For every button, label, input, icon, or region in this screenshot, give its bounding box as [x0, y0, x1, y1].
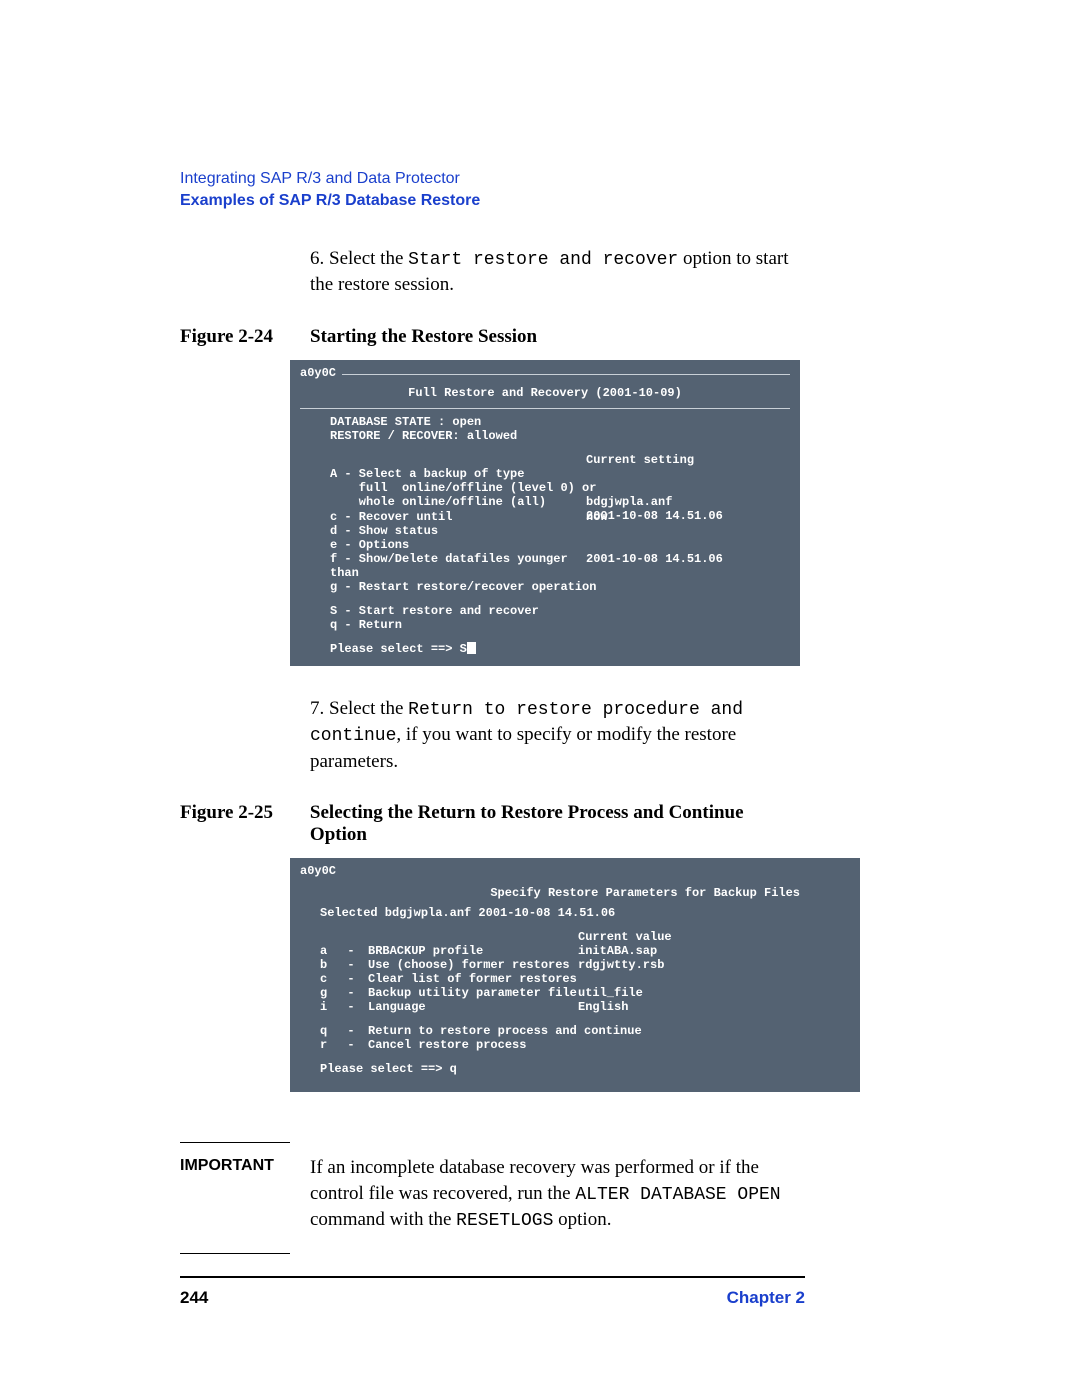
terminal-line: RESTORE / RECOVER: allowed [330, 429, 790, 443]
page-footer: 244 Chapter 2 [180, 1276, 805, 1308]
important-rule [180, 1142, 290, 1143]
terminal-col-head: Current value [578, 930, 850, 944]
terminal-line: g - Restart restore/recover operation [330, 580, 790, 594]
terminal-line: r-Cancel restore process [320, 1038, 850, 1052]
figure-label: Figure 2-24 [180, 326, 310, 348]
terminal-line: S - Start restore and recover [330, 604, 790, 618]
step-num: 7. [310, 698, 324, 719]
terminal-prompt: a0y0C [300, 864, 850, 878]
figure-label: Figure 2-25 [180, 802, 310, 824]
step-6: 6. Select the Start restore and recover … [310, 246, 805, 298]
page-number: 244 [180, 1288, 208, 1308]
terminal-line: c - Recover until [330, 510, 586, 524]
terminal-line: a-BRBACKUP profileinitABA.sap [320, 944, 850, 958]
step-text-pre: Select the [329, 248, 408, 269]
terminal-col-head: Current setting [586, 453, 790, 467]
terminal-value: now [586, 510, 790, 524]
figure-25-caption-row: Figure 2-25 Selecting the Return to Rest… [180, 802, 805, 846]
figure-caption: Starting the Restore Session [310, 326, 537, 348]
terminal-line: g-Backup utility parameter fileutil_file [320, 986, 850, 1000]
terminal-line: b-Use (choose) former restoresrdgjwtty.r… [320, 958, 850, 972]
important-body: If an incomplete database recovery was p… [310, 1155, 805, 1233]
terminal-title: Full Restore and Recovery (2001-10-09) [300, 380, 790, 404]
terminal-line: e - Options [330, 538, 790, 552]
step-text-pre: Select the [329, 698, 408, 719]
terminal-value: bdgjwpla.anf [586, 495, 790, 509]
terminal-line: full online/offline (level 0) or [330, 481, 790, 495]
chapter-number: Chapter 2 [727, 1288, 805, 1308]
terminal-line: q-Return to restore process and continue [320, 1024, 850, 1038]
figure-24-caption-row: Figure 2-24 Starting the Restore Session [180, 326, 805, 348]
important-note: IMPORTANT If an incomplete database reco… [180, 1155, 805, 1233]
step-num: 6. [310, 248, 324, 269]
terminal-value: 2001-10-08 14.51.06 [586, 552, 790, 580]
terminal-title: Specify Restore Parameters for Backup Fi… [300, 878, 850, 906]
step-7: 7. Select the Return to restore procedur… [310, 696, 805, 774]
section-title: Examples of SAP R/3 Database Restore [180, 192, 805, 210]
terminal-select: Please select ==> S [330, 642, 790, 656]
terminal-line: A - Select a backup of type [330, 467, 790, 481]
terminal-screenshot-2: a0y0C Specify Restore Parameters for Bac… [290, 858, 860, 1092]
terminal-prompt: a0y0C [300, 366, 342, 380]
terminal-line: Selected bdgjwpla.anf 2001-10-08 14.51.0… [320, 906, 850, 920]
step-code: Start restore and recover [408, 250, 678, 270]
chapter-title: Integrating SAP R/3 and Data Protector [180, 170, 805, 188]
terminal-line: c-Clear list of former restores [320, 972, 850, 986]
terminal-line: f - Show/Delete datafiles younger than [330, 552, 586, 580]
terminal-line: DATABASE STATE : open [330, 415, 790, 429]
terminal-select: Please select ==> q [320, 1062, 850, 1076]
cursor-icon [467, 642, 476, 654]
document-page: Integrating SAP R/3 and Data Protector E… [0, 0, 1080, 1368]
figure-caption: Selecting the Return to Restore Process … [310, 802, 805, 846]
terminal-line: d - Show status [330, 524, 790, 538]
terminal-line: q - Return [330, 618, 790, 632]
important-rule [180, 1253, 290, 1254]
terminal-line: i-LanguageEnglish [320, 1000, 850, 1014]
terminal-screenshot-1: a0y0C Full Restore and Recovery (2001-10… [290, 360, 800, 666]
important-label: IMPORTANT [180, 1155, 310, 1175]
